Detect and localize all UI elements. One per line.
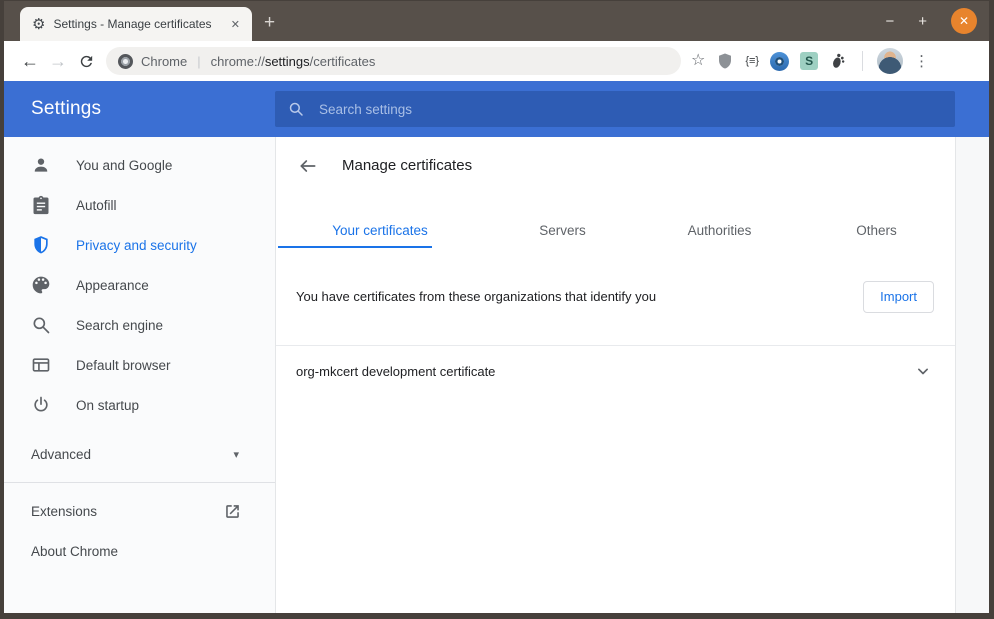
tab-servers[interactable]: Servers [484,212,641,248]
chrome-logo-icon [118,54,133,69]
external-link-icon [223,502,242,521]
autofill-clipboard-icon [31,195,51,215]
import-row: You have certificates from these organiz… [276,248,955,345]
sidebar-item-search-engine[interactable]: Search engine [4,305,275,345]
minimize-button[interactable]: − [885,14,894,29]
privacy-shield-icon [31,235,51,255]
sidebar-item-about-chrome[interactable]: About Chrome [4,531,275,571]
sidebar-item-on-startup[interactable]: On startup [4,385,275,425]
page-title-row: Manage certificates [276,137,955,194]
new-tab-button[interactable]: + [264,13,275,32]
sidebar-item-extensions[interactable]: Extensions [4,491,275,531]
site-label: Chrome [141,54,187,69]
window-controls: − + ✕ [885,1,989,41]
reload-button[interactable] [72,53,100,70]
certificate-name: org-mkcert development certificate [296,364,913,379]
sidebar-item-label: Default browser [76,358,171,373]
gear-icon: ⚙ [32,17,45,32]
sidebar-advanced[interactable]: Advanced ▾ [4,434,275,474]
page-title: Manage certificates [342,157,472,174]
url-separator: | [197,54,200,69]
tab-authorities[interactable]: Authorities [641,212,798,248]
settings-search-box[interactable] [275,91,955,127]
sidebar-divider [4,482,275,483]
bookmark-star-icon[interactable]: ☆ [691,53,705,69]
settings-header: Settings [4,81,989,137]
browser-window-icon [31,355,51,375]
back-arrow-icon[interactable] [298,156,318,176]
url-host: settings [265,54,310,69]
sidebar-item-privacy-and-security[interactable]: Privacy and security [4,225,275,265]
toolbar-icons: ☆ {≡} S ⋮ [691,48,929,74]
search-icon [31,315,51,335]
url-scheme: chrome:// [211,54,265,69]
import-description: You have certificates from these organiz… [296,289,863,304]
url-text: chrome://settings/certificates [211,54,376,69]
tab-title: Settings - Manage certificates [53,17,218,31]
stylus-extension-icon[interactable]: S [800,52,818,70]
power-icon [31,395,51,415]
chevron-down-icon: ▾ [233,448,239,461]
toolbar-divider [862,51,863,71]
sidebar-item-label: You and Google [76,158,172,173]
sidebar-item-label: On startup [76,398,139,413]
certificates-card: Manage certificates Your certificates Se… [275,137,956,613]
about-chrome-label: About Chrome [31,544,118,559]
import-button[interactable]: Import [863,281,934,313]
address-bar[interactable]: Chrome | chrome://settings/certificates [106,47,681,75]
sidebar-item-label: Autofill [76,198,117,213]
sidebar-item-appearance[interactable]: Appearance [4,265,275,305]
browser-window: ⚙ Settings - Manage certificates ✕ + − +… [0,0,994,619]
tab-strip: ⚙ Settings - Manage certificates ✕ + − +… [4,1,989,41]
sidebar-item-default-browser[interactable]: Default browser [4,345,275,385]
settings-search-input[interactable] [317,101,943,118]
forward-button: → [44,52,72,70]
person-icon [31,155,51,175]
browser-tab-settings[interactable]: ⚙ Settings - Manage certificates ✕ [20,7,252,41]
shield-extension-icon[interactable] [716,52,734,70]
profile-avatar[interactable] [877,48,903,74]
chevron-down-icon[interactable] [913,361,933,381]
sidebar-item-autofill[interactable]: Autofill [4,185,275,225]
browser-toolbar: ← → Chrome | chrome://settings/certifica… [4,41,989,81]
maximize-button[interactable]: + [918,14,927,29]
privacy-eye-extension-icon[interactable] [770,52,789,71]
certificate-tabs: Your certificates Servers Authorities Ot… [276,212,955,248]
menu-kebab-icon[interactable]: ⋮ [914,54,929,69]
palette-icon [31,275,51,295]
extensions-label: Extensions [31,504,97,519]
sidebar-item-label: Appearance [76,278,149,293]
url-path: /certificates [310,54,376,69]
search-icon [287,100,305,118]
gnome-foot-extension-icon[interactable] [829,52,848,71]
sidebar-item-label: Privacy and security [76,238,197,253]
sidebar-item-label: Search engine [76,318,163,333]
settings-title: Settings [31,98,101,120]
sidebar-item-you-and-google[interactable]: You and Google [4,145,275,185]
advanced-label: Advanced [31,447,91,462]
tab-your-certificates[interactable]: Your certificates [276,212,484,248]
tab-close-icon[interactable]: ✕ [227,16,244,33]
settings-sidebar: You and Google Autofill Privacy and secu… [4,137,275,613]
json-viewer-extension-icon[interactable]: {≡} [745,55,759,67]
right-gutter [956,137,989,613]
tab-others[interactable]: Others [798,212,955,248]
back-button[interactable]: ← [16,52,44,70]
certificate-list-item[interactable]: org-mkcert development certificate [276,346,955,396]
close-window-button[interactable]: ✕ [951,8,977,34]
